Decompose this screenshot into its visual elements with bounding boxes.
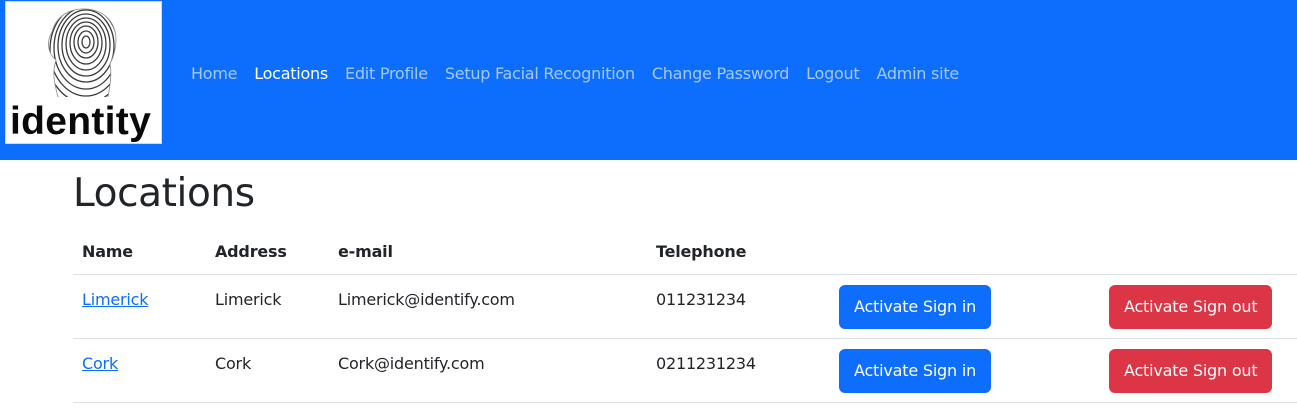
nav-links: Home Locations Edit Profile Setup Facial… xyxy=(191,62,976,86)
cell-telephone: 0211231234 xyxy=(647,338,830,403)
column-header-telephone: Telephone xyxy=(647,230,830,275)
table-row: Cork Cork Cork@identify.com 0211231234 A… xyxy=(73,338,1297,403)
location-link[interactable]: Limerick xyxy=(82,290,148,309)
nav-link-home[interactable]: Home xyxy=(191,62,238,86)
nav-link-change-password[interactable]: Change Password xyxy=(652,62,790,86)
column-header-blank-2 xyxy=(1100,230,1297,275)
column-header-address: Address xyxy=(206,230,329,275)
cell-email: Limerick@identify.com xyxy=(329,274,647,339)
nav-link-setup-facial-recognition[interactable]: Setup Facial Recognition xyxy=(445,62,635,86)
cell-telephone: 011231234 xyxy=(647,274,830,339)
page-title: Locations xyxy=(73,171,255,216)
nav-link-logout[interactable]: Logout xyxy=(806,62,860,86)
cell-sign-out: Activate Sign out xyxy=(1100,274,1297,339)
nav-link-admin-site[interactable]: Admin site xyxy=(876,62,959,86)
cell-name: Cork xyxy=(73,338,206,403)
table-header-row: Name Address e-mail Telephone xyxy=(73,230,1297,275)
column-header-blank-1 xyxy=(830,230,1100,275)
cell-sign-out: Activate Sign out xyxy=(1100,338,1297,403)
cell-email: Cork@identify.com xyxy=(329,338,647,403)
top-navbar: identity Home Locations Edit Profile Set… xyxy=(0,0,1297,160)
cell-sign-in: Activate Sign in xyxy=(830,274,1100,339)
table-row: Limerick Limerick Limerick@identify.com … xyxy=(73,274,1297,339)
nav-link-edit-profile[interactable]: Edit Profile xyxy=(345,62,428,86)
column-header-name: Name xyxy=(73,230,206,275)
activate-sign-out-button[interactable]: Activate Sign out xyxy=(1109,348,1273,393)
logo-wordmark: identity xyxy=(10,100,152,143)
activate-sign-in-button[interactable]: Activate Sign in xyxy=(839,348,992,393)
cell-address: Cork xyxy=(206,338,329,403)
cell-name: Limerick xyxy=(73,274,206,339)
location-link[interactable]: Cork xyxy=(82,354,118,373)
activate-sign-in-button[interactable]: Activate Sign in xyxy=(839,284,992,329)
cell-sign-in: Activate Sign in xyxy=(830,338,1100,403)
locations-table: Name Address e-mail Telephone Limerick L… xyxy=(73,230,1297,403)
brand-logo[interactable]: identity xyxy=(5,1,162,144)
cell-address: Limerick xyxy=(206,274,329,339)
nav-link-locations[interactable]: Locations xyxy=(254,62,328,86)
fingerprint-head-icon xyxy=(48,8,117,98)
column-header-email: e-mail xyxy=(329,230,647,275)
activate-sign-out-button[interactable]: Activate Sign out xyxy=(1109,284,1273,329)
